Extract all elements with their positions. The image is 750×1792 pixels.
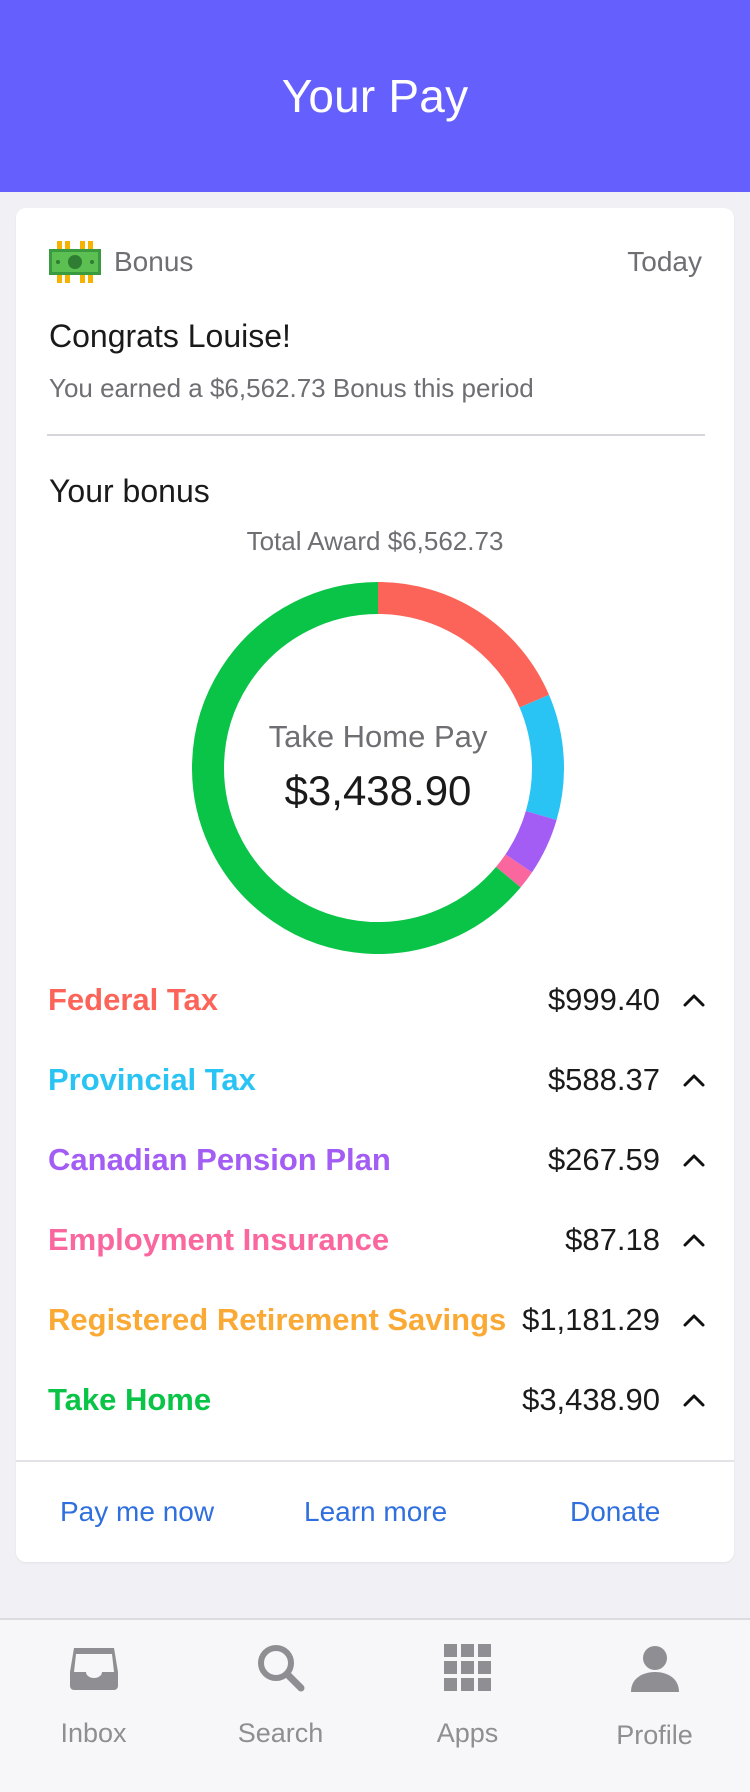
- breakdown-row-provincial-tax[interactable]: Provincial Tax $588.37: [48, 1040, 708, 1120]
- profile-icon: [631, 1646, 679, 1692]
- tab-apps[interactable]: Apps: [374, 1620, 561, 1792]
- apps-grid-icon: [444, 1644, 491, 1691]
- tab-search[interactable]: Search: [187, 1620, 374, 1792]
- donut-center: Take Home Pay $3,438.90: [192, 582, 564, 954]
- chevron-up-icon[interactable]: [680, 1066, 708, 1094]
- row-amount: $3,438.90: [522, 1382, 660, 1417]
- total-award: Total Award $6,562.73: [246, 526, 504, 556]
- chevron-up-icon[interactable]: [680, 986, 708, 1014]
- card-header: Bonus Today: [48, 238, 702, 286]
- header: Your Pay: [0, 0, 750, 192]
- tab-inbox[interactable]: Inbox: [0, 1620, 187, 1792]
- donate-button[interactable]: Donate: [570, 1462, 660, 1562]
- money-bill-icon: [49, 241, 101, 283]
- donut-chart: Take Home Pay $3,438.90: [192, 582, 564, 954]
- row-label: Federal Tax: [48, 982, 219, 1017]
- breakdown-row-federal-tax[interactable]: Federal Tax $999.40: [48, 960, 708, 1040]
- breakdown-row-employment-insurance[interactable]: Employment Insurance $87.18: [48, 1200, 708, 1280]
- breakdown-row-take-home[interactable]: Take Home $3,438.90: [48, 1360, 708, 1440]
- card-type-label: Bonus: [114, 246, 194, 277]
- tab-label: Profile: [616, 1720, 693, 1750]
- breakdown-list: Federal Tax $999.40 Provincial Tax $588.…: [48, 960, 708, 1440]
- row-label: Take Home: [48, 1382, 212, 1417]
- congrats-heading: Congrats Louise!: [49, 318, 291, 354]
- chevron-up-icon[interactable]: [680, 1386, 708, 1414]
- card-date: Today: [627, 246, 702, 277]
- divider: [47, 434, 705, 436]
- row-label: Registered Retirement Savings: [48, 1302, 507, 1337]
- chevron-up-icon[interactable]: [680, 1306, 708, 1334]
- tab-label: Search: [237, 1718, 324, 1748]
- tab-label: Apps: [436, 1718, 499, 1748]
- card-actions: Pay me now Learn more Donate: [16, 1462, 734, 1562]
- breakdown-row-pension-plan[interactable]: Canadian Pension Plan $267.59: [48, 1120, 708, 1200]
- row-amount: $267.59: [547, 1142, 660, 1177]
- row-amount: $87.18: [565, 1222, 660, 1257]
- pay-me-now-button[interactable]: Pay me now: [60, 1462, 214, 1562]
- tab-profile[interactable]: Profile: [561, 1620, 748, 1792]
- take-home-value: $3,438.90: [284, 767, 472, 814]
- inbox-icon: [70, 1648, 118, 1690]
- learn-more-button[interactable]: Learn more: [304, 1462, 447, 1562]
- tab-bar: Inbox Search Apps Profile: [0, 1618, 750, 1792]
- breakdown-row-retirement-savings[interactable]: Registered Retirement Savings $1,181.29: [48, 1280, 708, 1360]
- earned-text: You earned a $6,562.73 Bonus this period: [49, 373, 534, 403]
- chevron-up-icon[interactable]: [680, 1146, 708, 1174]
- row-amount: $588.37: [547, 1062, 660, 1097]
- bonus-card: Bonus Today Congrats Louise! You earned …: [16, 208, 734, 1562]
- tab-label: Inbox: [60, 1718, 127, 1748]
- row-label: Canadian Pension Plan: [48, 1142, 391, 1177]
- row-amount: $1,181.29: [522, 1302, 660, 1337]
- section-title: Your bonus: [49, 473, 210, 509]
- page-title: Your Pay: [281, 70, 469, 122]
- search-icon: [258, 1645, 305, 1692]
- row-label: Provincial Tax: [48, 1062, 256, 1097]
- chevron-up-icon[interactable]: [680, 1226, 708, 1254]
- take-home-label: Take Home Pay: [268, 719, 488, 754]
- row-amount: $999.40: [547, 982, 660, 1017]
- row-label: Employment Insurance: [48, 1222, 390, 1257]
